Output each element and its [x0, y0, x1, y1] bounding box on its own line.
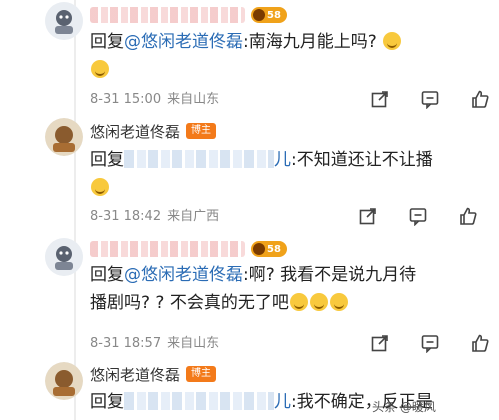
share-button[interactable]	[370, 89, 390, 109]
username[interactable]: 悠闲老道佟磊	[90, 364, 180, 385]
masked-username[interactable]	[90, 241, 245, 257]
level-badge: 58	[251, 241, 287, 257]
share-icon	[371, 335, 388, 352]
share-icon	[371, 91, 388, 108]
username-row: 悠闲老道佟磊 博主	[90, 120, 217, 142]
laugh-emoji-icon	[91, 178, 109, 196]
cry-emoji-icon	[289, 293, 308, 311]
username-row: 悠闲老道佟磊 博主	[90, 363, 217, 385]
location: 来自山东	[167, 92, 220, 107]
location: 来自广西	[167, 209, 220, 224]
level-badge: 58	[251, 7, 287, 23]
host-badge: 博主	[186, 123, 217, 139]
comment-icon	[421, 91, 439, 109]
host-badge: 博主	[186, 366, 217, 382]
like-button[interactable]	[458, 206, 478, 226]
comment-actions	[370, 89, 490, 109]
comment-text: 回复@悠闲老道佟磊:南海九月能上吗?	[90, 28, 490, 84]
comment-meta: 8-31 15:00 来自山东	[90, 90, 219, 110]
comment-actions	[358, 206, 478, 226]
comment-actions	[370, 333, 490, 353]
avatar-icon	[45, 118, 83, 156]
doge-emoji-icon	[91, 60, 109, 78]
level-number: 58	[267, 243, 281, 255]
comment-text: 回复@悠闲老道佟磊:啊? 我看不是说九月待 播剧吗? ? 不会真的无了吧	[90, 261, 490, 317]
like-icon	[460, 207, 477, 225]
fire-icon	[253, 9, 265, 21]
location: 来自山东	[167, 336, 220, 351]
like-icon	[472, 334, 489, 352]
avatar-icon	[45, 2, 83, 40]
comment-body: :不知道还让不让播	[291, 150, 433, 170]
username-row: 58	[90, 238, 287, 260]
reply-button[interactable]	[420, 333, 440, 353]
share-button[interactable]	[358, 206, 378, 226]
like-button[interactable]	[470, 89, 490, 109]
cry-emoji-icon	[329, 293, 348, 311]
mention-link[interactable]: @悠闲老道佟磊	[124, 265, 243, 285]
timestamp: 8-31 18:42	[90, 209, 162, 224]
doge-emoji-icon	[383, 32, 402, 50]
cry-emoji-icon	[309, 293, 328, 311]
comment-meta: 8-31 18:42 来自广西	[90, 207, 219, 227]
reply-button[interactable]	[408, 206, 428, 226]
like-icon	[472, 90, 489, 108]
avatar[interactable]	[45, 118, 83, 156]
level-number: 58	[267, 9, 281, 21]
mention-suffix[interactable]: 儿	[274, 392, 291, 412]
avatar-icon	[45, 362, 83, 400]
comment-text: 回复 儿:不知道还让不让播	[90, 146, 490, 202]
reply-prefix: 回复	[90, 392, 124, 412]
share-icon	[359, 208, 376, 225]
comment-body: :南海九月能上吗?	[243, 32, 377, 52]
mention-link[interactable]: @悠闲老道佟磊	[124, 32, 243, 52]
thread-line	[74, 0, 76, 420]
avatar[interactable]	[45, 2, 83, 40]
masked-mention[interactable]	[124, 392, 274, 410]
timestamp: 8-31 15:00	[90, 92, 162, 107]
comment-body-line-2: 播剧吗? ? 不会真的无了吧	[90, 293, 289, 313]
username-row: 58	[90, 4, 287, 26]
reply-button[interactable]	[420, 89, 440, 109]
avatar[interactable]	[45, 238, 83, 276]
comment-icon	[409, 208, 427, 226]
avatar[interactable]	[45, 362, 83, 400]
avatar-icon	[45, 238, 83, 276]
mention-suffix[interactable]: 儿	[274, 150, 291, 170]
masked-mention[interactable]	[124, 150, 274, 168]
reply-prefix: 回复	[90, 265, 124, 285]
masked-username[interactable]	[90, 7, 245, 23]
watermark: 头条 @暖风	[372, 400, 436, 414]
fire-icon	[253, 243, 265, 255]
share-button[interactable]	[370, 333, 390, 353]
comment-icon	[421, 335, 439, 353]
comment-meta: 8-31 18:57 来自山东	[90, 334, 219, 354]
reply-prefix: 回复	[90, 150, 124, 170]
timestamp: 8-31 18:57	[90, 336, 162, 351]
username[interactable]: 悠闲老道佟磊	[90, 121, 180, 142]
comment-body-line-1: :啊? 我看不是说九月待	[243, 265, 417, 285]
like-button[interactable]	[470, 333, 490, 353]
reply-prefix: 回复	[90, 32, 124, 52]
